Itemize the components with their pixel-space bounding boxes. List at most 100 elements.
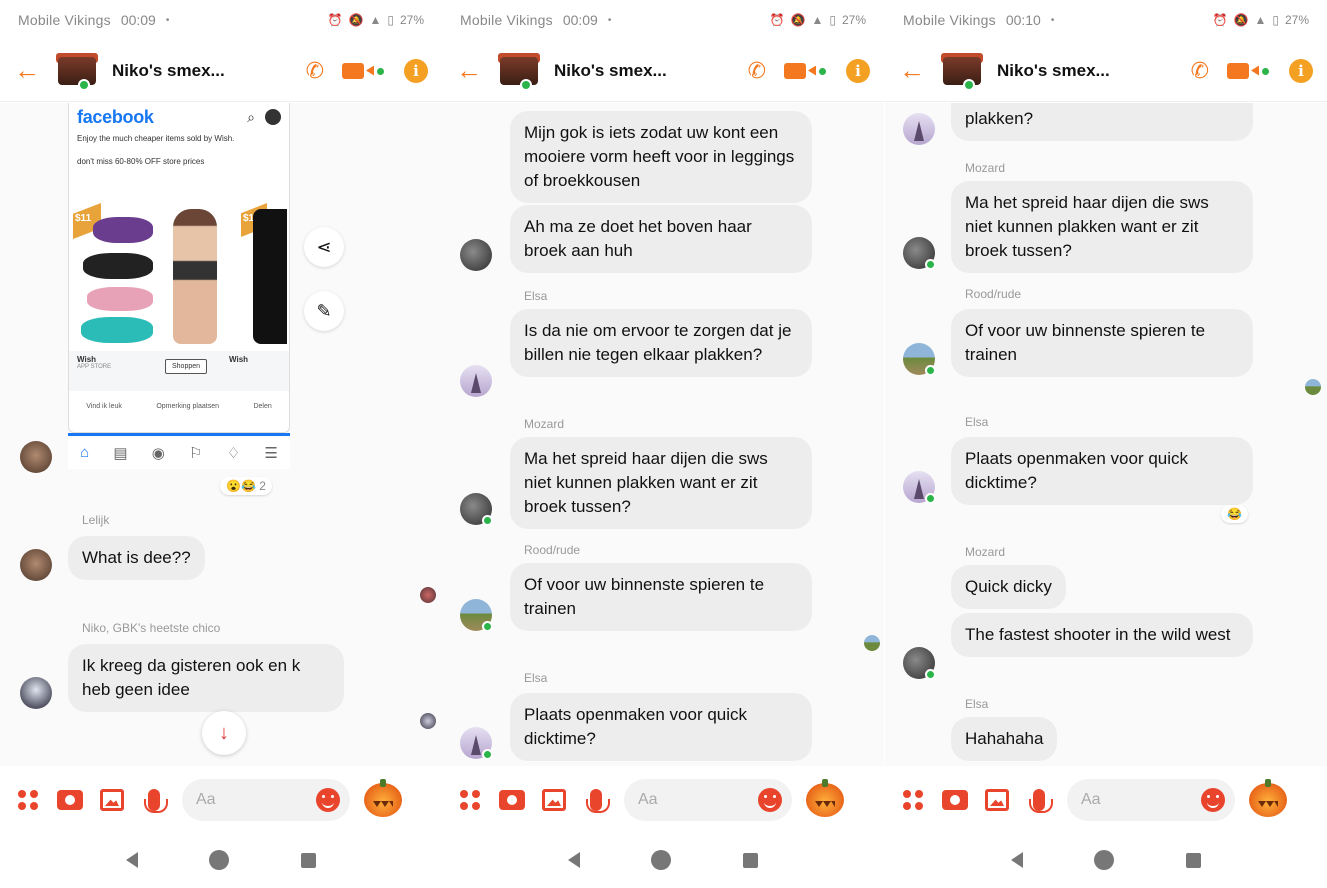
message-bubble[interactable]: Ah ma ze doet het boven haar broek aan h… (510, 205, 812, 273)
nav-home-icon[interactable] (1094, 850, 1115, 870)
message-bubble[interactable]: Mijn gok is iets zodat uw kont een mooie… (510, 111, 812, 203)
menu-icon: ☰ (264, 444, 278, 462)
camera-icon[interactable] (498, 786, 526, 814)
nav-home-icon[interactable] (651, 850, 672, 870)
nav-back-icon[interactable] (567, 852, 580, 868)
reaction-badge[interactable]: 😂 (1221, 505, 1248, 523)
message-list[interactable]: Mijn gok is iets zodat uw kont een mooie… (442, 103, 884, 766)
online-indicator (925, 493, 936, 504)
message-input[interactable]: Aa (182, 779, 350, 821)
avatar[interactable] (20, 441, 52, 473)
message-bubble[interactable]: plakken? (951, 103, 1253, 141)
message-input[interactable]: Aa (624, 779, 792, 821)
share-icon[interactable]: ⋖ (304, 227, 344, 267)
system-icons: ⏰ 🔕 ▲ ▯ 27% (328, 13, 424, 27)
gallery-icon[interactable] (98, 786, 126, 814)
online-indicator (925, 365, 936, 376)
input-placeholder: Aa (638, 791, 658, 808)
read-receipt (420, 713, 436, 729)
info-icon[interactable]: i (1289, 58, 1313, 83)
more-apps-icon[interactable] (14, 786, 42, 814)
mute-icon: 🔕 (1233, 13, 1249, 27)
carrier-name: Mobile Vikings (18, 12, 111, 28)
nav-home-icon[interactable] (209, 850, 230, 870)
share-action: Delen (253, 403, 272, 410)
more-apps-icon[interactable] (899, 786, 927, 814)
avatar[interactable] (903, 113, 935, 145)
camera-icon[interactable] (941, 786, 969, 814)
chat-title[interactable]: Niko's smex... (112, 61, 225, 81)
message-input[interactable]: Aa (1067, 779, 1235, 821)
nav-recents-icon[interactable] (1186, 852, 1202, 868)
pumpkin-emoji-icon[interactable] (364, 779, 402, 817)
message-bubble[interactable]: Hahahaha (951, 717, 1058, 761)
pumpkin-emoji-icon[interactable] (806, 779, 844, 817)
notification-dot-icon: • (607, 14, 612, 26)
search-icon: ⌕ (247, 108, 255, 125)
gallery-icon[interactable] (983, 786, 1011, 814)
message-bubble[interactable]: Ik kreeg da gisteren ook en k heb geen i… (68, 644, 344, 712)
screenshot-panel-3: Mobile Vikings 00:10 • ⏰ 🔕 ▲ ▯ 27% ← Nik… (885, 0, 1327, 888)
scroll-down-button[interactable]: ↓ (202, 711, 246, 755)
nav-recents-icon[interactable] (301, 852, 317, 868)
avatar[interactable] (460, 365, 492, 397)
phone-icon[interactable]: ✆ (306, 58, 324, 84)
pumpkin-emoji-icon[interactable] (1249, 779, 1287, 817)
gallery-icon[interactable] (540, 786, 568, 814)
message-bubble[interactable]: Plaats openmaken voor quick dicktime? (951, 437, 1253, 505)
video-call-icon[interactable] (784, 61, 828, 81)
microphone-icon[interactable] (582, 786, 610, 814)
avatar[interactable] (20, 549, 52, 581)
group-avatar[interactable] (498, 51, 542, 91)
back-arrow-icon[interactable]: ← (899, 55, 933, 86)
message-bubble[interactable]: Quick dicky (951, 565, 1066, 609)
edit-icon[interactable]: ✎ (304, 291, 344, 331)
video-call-icon[interactable] (1227, 61, 1271, 81)
avatar[interactable] (20, 677, 52, 709)
phone-icon[interactable]: ✆ (1191, 58, 1209, 84)
sender-name: Rood/rude (965, 287, 1022, 301)
info-icon[interactable]: i (846, 58, 870, 83)
emoji-icon[interactable] (1201, 788, 1225, 812)
nav-back-icon[interactable] (1010, 852, 1023, 868)
microphone-icon[interactable] (1025, 786, 1053, 814)
message-bubble[interactable]: Ma het spreid haar dijen die sws niet ku… (951, 181, 1253, 273)
back-arrow-icon[interactable]: ← (14, 55, 48, 86)
battery-icon: ▯ (1272, 13, 1279, 27)
android-nav-bar (442, 832, 884, 888)
alarm-icon: ⏰ (327, 13, 343, 27)
message-bubble[interactable]: What is dee?? (68, 536, 205, 580)
signal-icon: ▲ (1254, 13, 1267, 27)
emoji-icon[interactable] (758, 788, 782, 812)
more-apps-icon[interactable] (456, 786, 484, 814)
reaction-badge[interactable]: 😮😂 2 (220, 477, 272, 495)
message-bubble[interactable]: Plaats openmaken voor quick dicktime? (510, 693, 812, 761)
message-bubble[interactable]: Of voor uw binnenste spieren te trainen (510, 563, 812, 631)
nav-back-icon[interactable] (125, 852, 138, 868)
composer: Aa (0, 768, 442, 832)
nav-recents-icon[interactable] (743, 852, 759, 868)
message-bubble[interactable]: Is da nie om ervoor te zorgen dat je bil… (510, 309, 812, 377)
screenshot-panel-2: Mobile Vikings 00:09 • ⏰ 🔕 ▲ ▯ 27% ← Nik… (442, 0, 884, 888)
phone-icon[interactable]: ✆ (748, 58, 766, 84)
chat-title[interactable]: Niko's smex... (997, 61, 1110, 81)
video-call-icon[interactable] (342, 61, 386, 81)
emoji-icon[interactable] (316, 788, 340, 812)
ad-brand-2: Wish (229, 355, 249, 364)
group-avatar[interactable] (941, 51, 985, 91)
chat-title[interactable]: Niko's smex... (554, 61, 667, 81)
message-list[interactable]: plakken? Mozard Ma het spreid haar dijen… (885, 103, 1327, 766)
group-avatar[interactable] (56, 51, 100, 91)
message-bubble[interactable]: Ma het spreid haar dijen die sws niet ku… (510, 437, 812, 529)
message-bubble[interactable]: The fastest shooter in the wild west (951, 613, 1253, 657)
info-icon[interactable]: i (404, 58, 428, 83)
status-time: 00:09 (562, 12, 598, 28)
shared-screenshot-image[interactable]: facebook ⌕ Enjoy the much cheaper items … (68, 103, 290, 433)
message-bubble[interactable]: Of voor uw binnenste spieren te trainen (951, 309, 1253, 377)
microphone-icon[interactable] (140, 786, 168, 814)
message-list[interactable]: facebook ⌕ Enjoy the much cheaper items … (0, 103, 442, 766)
camera-icon[interactable] (56, 786, 84, 814)
sender-name: Elsa (965, 697, 989, 711)
back-arrow-icon[interactable]: ← (456, 55, 490, 86)
avatar[interactable] (460, 239, 492, 271)
